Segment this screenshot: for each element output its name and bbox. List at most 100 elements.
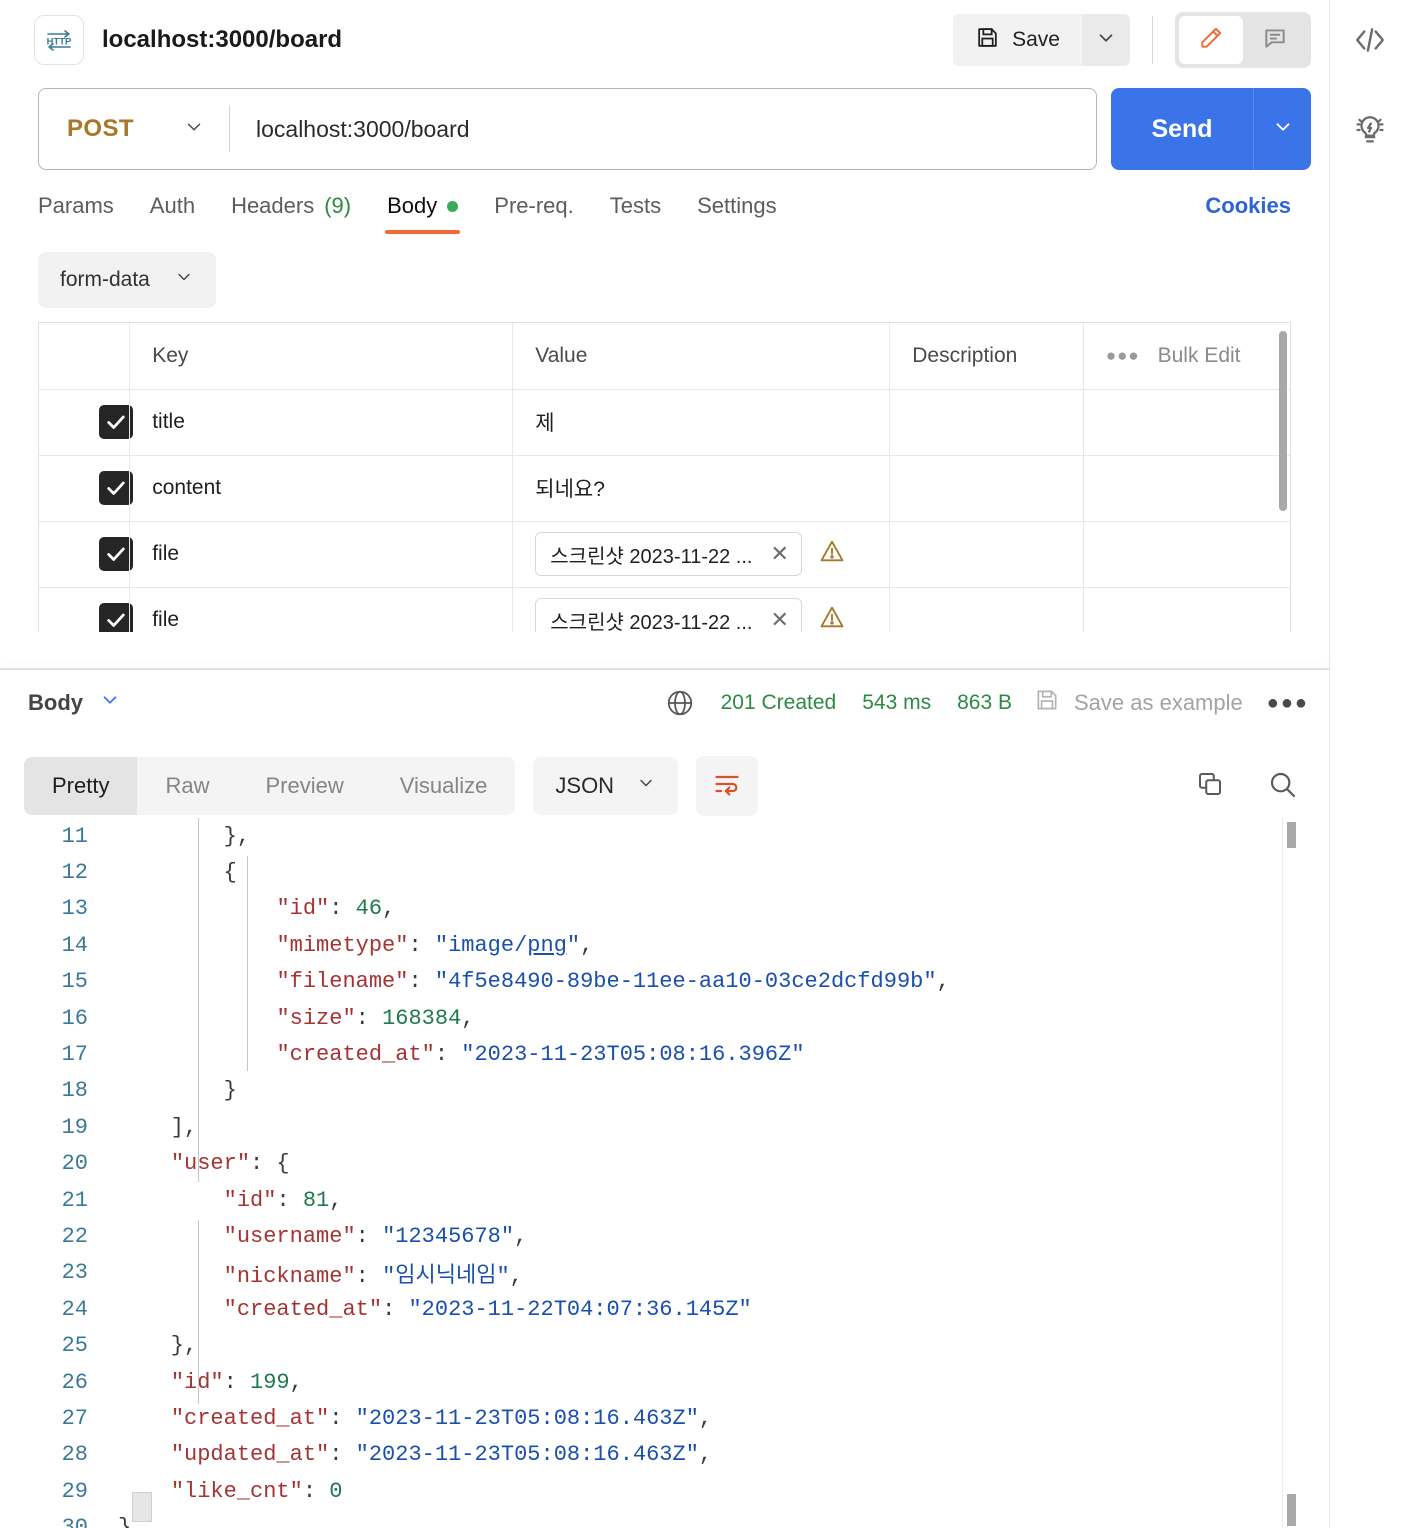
response-language-select[interactable]: JSON <box>533 757 679 815</box>
code-scrollbar-thumb-top[interactable] <box>1287 822 1296 848</box>
row-key[interactable]: title <box>129 389 514 456</box>
http-method-value: POST <box>67 115 134 142</box>
response-code-viewer[interactable]: 11 }, 12 {13 "id": 46, 14 "mimetype": "ima… <box>0 818 1329 1528</box>
row-key[interactable]: file <box>129 587 514 632</box>
tab-body-label: Body <box>387 193 438 218</box>
tab-body[interactable]: Body <box>369 170 476 242</box>
response-body-select[interactable]: Body <box>28 689 121 717</box>
row-value[interactable]: 제 <box>512 389 891 456</box>
pencil-icon <box>1198 25 1224 56</box>
header-divider <box>1152 16 1153 64</box>
tab-raw[interactable]: Raw <box>137 757 237 815</box>
row-key[interactable]: content <box>129 455 514 522</box>
row-checkbox-cell <box>39 389 133 456</box>
row-checkbox[interactable] <box>99 537 133 571</box>
send-button[interactable]: Send <box>1111 88 1253 170</box>
response-stats: 201 Created 543 ms 863 B <box>665 688 1012 718</box>
form-table-scrollbar[interactable] <box>1279 331 1287 511</box>
search-response-button[interactable] <box>1255 759 1309 813</box>
tab-prerequest[interactable]: Pre-req. <box>476 170 591 242</box>
postman-app-window: HTTP localhost:3000/board Save POST loca… <box>0 0 1410 1528</box>
tab-settings[interactable]: Settings <box>679 170 795 242</box>
copy-response-button[interactable] <box>1183 759 1237 813</box>
row-checkbox[interactable] <box>99 405 133 439</box>
request-title: localhost:3000/board <box>102 26 343 53</box>
file-chip[interactable]: 스크린샷 2023-11-22 ... ✕ <box>535 598 802 632</box>
chevron-down-icon <box>99 689 121 717</box>
code-line: 18 } <box>0 1073 1329 1109</box>
cookies-link[interactable]: Cookies <box>1205 193 1309 219</box>
headers-count-badge: (9) <box>324 193 352 218</box>
url-bar: POST localhost:3000/board Send <box>0 88 1329 170</box>
code-lines: 11 }, 12 {13 "id": 46, 14 "mimetype": "ima… <box>0 818 1329 1528</box>
tab-auth[interactable]: Auth <box>132 170 213 242</box>
send-options-button[interactable] <box>1253 88 1311 170</box>
response-format-tabs: Pretty Raw Preview Visualize <box>24 757 516 815</box>
url-input[interactable]: localhost:3000/board <box>230 116 1096 143</box>
row-checkbox-cell <box>39 455 133 522</box>
tab-preview[interactable]: Preview <box>237 757 371 815</box>
line-number: 11 <box>61 823 88 849</box>
tab-pretty[interactable]: Pretty <box>24 757 138 815</box>
row-description[interactable] <box>889 389 1084 456</box>
code-line: 27 "created_at": "2023-11-23T05:08:16.46… <box>0 1400 1329 1436</box>
code-line: 23 "nickname": "임시닉네임", <box>0 1255 1329 1291</box>
response-more-options-icon[interactable]: ●●● <box>1267 692 1309 715</box>
warning-icon[interactable] <box>818 537 846 571</box>
wrap-lines-button[interactable] <box>696 756 759 816</box>
code-snippet-button[interactable] <box>1348 20 1392 64</box>
code-line: 16 "size": 168384, <box>0 1000 1329 1036</box>
code-line: 17 "created_at": "2023-11-23T05:08:16.39… <box>0 1036 1329 1072</box>
row-value[interactable]: 되네요? <box>512 455 891 522</box>
code-text: "id": 81, <box>223 1187 343 1213</box>
edit-mode-button[interactable] <box>1179 16 1243 64</box>
line-number: 20 <box>61 1151 88 1177</box>
postbot-button[interactable] <box>1348 110 1392 154</box>
row-key[interactable]: file <box>129 521 514 588</box>
code-line: 19 ], <box>0 1109 1329 1145</box>
http-method-select[interactable]: POST <box>39 115 229 143</box>
comment-mode-button[interactable] <box>1243 16 1307 64</box>
ellipsis-icon[interactable]: ●●● <box>1106 346 1140 366</box>
save-button[interactable]: Save <box>953 14 1082 66</box>
file-chip[interactable]: 스크린샷 2023-11-22 ... ✕ <box>535 532 802 576</box>
code-text: } <box>118 1515 132 1528</box>
tab-headers[interactable]: Headers (9) <box>213 170 369 242</box>
code-text: "filename": "4f5e8490-89be-11ee-aa10-03c… <box>276 969 950 995</box>
save-icon <box>1034 687 1060 719</box>
tab-settings-label: Settings <box>697 193 777 218</box>
row-description[interactable] <box>889 521 1084 588</box>
row-description[interactable] <box>889 587 1084 632</box>
line-number: 29 <box>61 1478 88 1504</box>
row-checkbox[interactable] <box>99 471 133 505</box>
response-language-label: JSON <box>555 773 615 798</box>
save-button-group: Save <box>953 14 1130 66</box>
row-actions <box>1083 389 1290 456</box>
close-icon[interactable]: ✕ <box>770 607 788 632</box>
file-chip-name: 스크린샷 2023-11-22 ... <box>550 611 753 633</box>
code-text: }, <box>118 1333 198 1359</box>
copy-icon <box>1195 769 1225 804</box>
row-description[interactable] <box>889 455 1084 522</box>
tab-params[interactable]: Params <box>38 170 132 242</box>
svg-text:HTTP: HTTP <box>47 37 72 48</box>
line-number: 12 <box>61 860 88 886</box>
warning-icon[interactable] <box>818 603 846 632</box>
row-checkbox[interactable] <box>99 603 133 632</box>
close-icon[interactable]: ✕ <box>770 541 788 567</box>
code-line: 30} <box>0 1509 1329 1528</box>
code-text: "username": "12345678", <box>223 1223 528 1249</box>
save-as-example-button[interactable]: Save as example <box>1034 687 1243 719</box>
body-type-select[interactable]: form-data <box>38 252 216 308</box>
line-number: 26 <box>61 1369 88 1395</box>
code-line: 25 }, <box>0 1327 1329 1363</box>
code-scrollbar-thumb-bottom[interactable] <box>1287 1494 1296 1526</box>
header-bulk-edit: ●●● Bulk Edit <box>1083 323 1290 390</box>
url-input-container: POST localhost:3000/board <box>38 88 1097 170</box>
line-number: 25 <box>61 1333 88 1359</box>
save-options-button[interactable] <box>1082 14 1130 66</box>
tab-tests[interactable]: Tests <box>592 170 679 242</box>
bulk-edit-button[interactable]: Bulk Edit <box>1158 344 1241 368</box>
tab-visualize[interactable]: Visualize <box>372 757 516 815</box>
line-number: 17 <box>61 1042 88 1068</box>
